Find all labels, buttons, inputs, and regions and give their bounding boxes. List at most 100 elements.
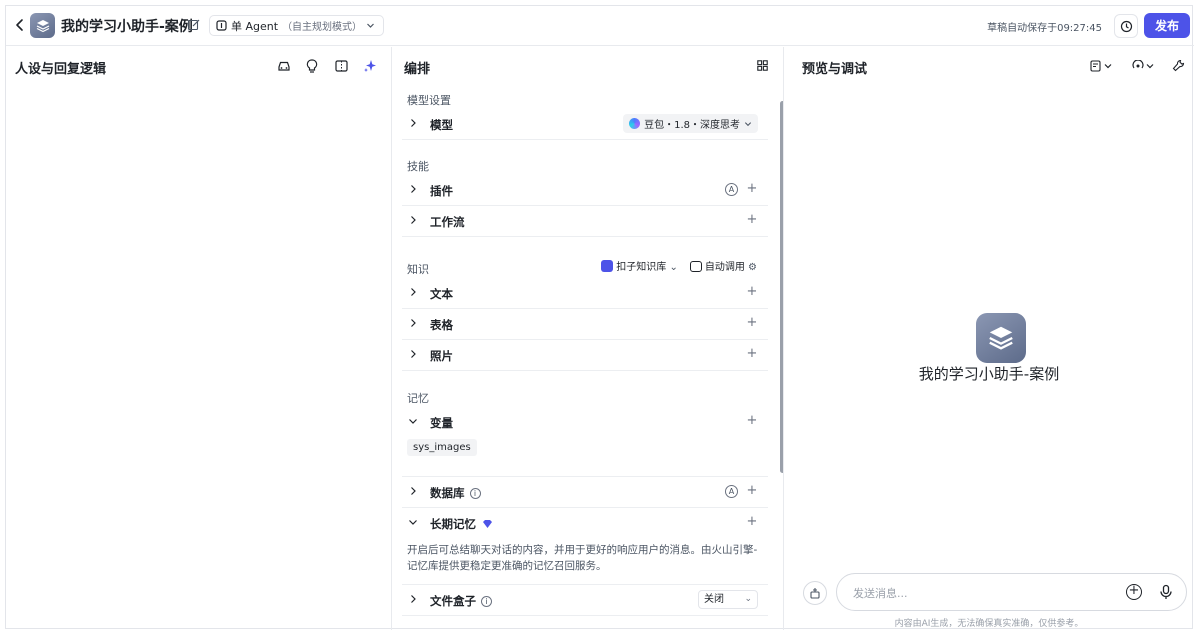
car-icon[interactable] (276, 58, 291, 73)
preview-panel: 预览与调试 我的学习小助手-案例 + 内容由AI生成，无法确保真实准确，仅供参考… (784, 47, 1194, 630)
agent-mode-sub: （自主规划模式） (282, 22, 363, 33)
bulb-icon[interactable] (304, 58, 319, 73)
memory-section-label: 记忆 (407, 392, 429, 405)
chevron-right-icon (411, 185, 416, 193)
add-photo-button[interactable]: + (746, 347, 758, 361)
ltm-label-wrap: 长期记忆 (430, 516, 493, 532)
kb-source-label: 扣子知识库 (616, 262, 667, 273)
photo-label: 照片 (430, 349, 453, 363)
model-section-label: 模型设置 (407, 94, 451, 107)
auto-mode-badge[interactable]: A (725, 485, 738, 498)
clear-icon (810, 588, 820, 599)
plugin-row[interactable]: 插件 A + (402, 175, 768, 206)
chevron-down-icon (744, 121, 752, 126)
text-row[interactable]: 文本 + (402, 278, 768, 309)
save-status: 草稿自动保存于09:27:45 (987, 23, 1102, 34)
doubao-icon (629, 118, 641, 129)
model-row[interactable]: 模型 豆包・1.8・深度思考 (402, 109, 768, 140)
premium-icon (483, 520, 492, 528)
bot-name: 我的学习小助手-案例 (918, 365, 1060, 383)
info-icon[interactable]: i (481, 596, 492, 607)
mic-icon[interactable] (1158, 584, 1174, 600)
workflow-row[interactable]: 工作流 + (402, 206, 768, 237)
add-database-button[interactable]: + (746, 484, 758, 498)
chevron-down-icon: ⌄ (744, 594, 752, 604)
kb-icon (601, 260, 614, 272)
table-row[interactable]: 表格 + (402, 309, 768, 340)
sparkle-icon[interactable] (362, 58, 377, 73)
model-label: 模型 (430, 118, 453, 132)
kb-call-label: 自动调用 (704, 262, 745, 273)
persona-panel: 人设与回复逻辑 (6, 47, 392, 630)
back-icon[interactable] (12, 16, 28, 34)
top-bar: 我的学习小助手-案例 单 Agent （自主规划模式） 草稿自动保存于09:27… (6, 6, 1194, 46)
app-window: 我的学习小助手-案例 单 Agent （自主规划模式） 草稿自动保存于09:27… (5, 5, 1194, 630)
add-workflow-button[interactable]: + (746, 213, 758, 227)
database-label: 数据库 (430, 486, 465, 500)
edit-icon[interactable] (187, 18, 201, 32)
filebox-label-wrap: 文件盒子 i (430, 593, 492, 609)
variable-row[interactable]: 变量 + (402, 407, 768, 438)
long-term-memory-row[interactable]: 长期记忆 + (402, 508, 768, 539)
bot-avatar (976, 313, 1026, 363)
chevron-right-icon (411, 350, 416, 358)
chevron-right-icon (411, 487, 416, 495)
chevron-down-icon: ⌄ (669, 262, 678, 273)
table-label: 表格 (430, 318, 453, 332)
agent-mode-select[interactable]: 单 Agent （自主规划模式） (209, 15, 385, 36)
skills-section-label: 技能 (407, 160, 429, 173)
file-box-row[interactable]: 文件盒子 i 关闭 ⌄ (402, 585, 768, 616)
add-ltm-button[interactable]: + (746, 515, 758, 529)
grid-icon[interactable] (755, 58, 770, 73)
orchestration-panel: 编排 模型设置 模型 豆包・1.8・深度思考 技能 插件 A + 工作流 + 知… (392, 47, 784, 630)
kb-source-select[interactable]: 扣子知识库 ⌄ (601, 258, 678, 273)
preview-mode-icon[interactable] (1089, 58, 1115, 73)
message-input[interactable] (853, 584, 1113, 602)
text-label: 文本 (430, 287, 453, 301)
persona-title: 人设与回复逻辑 (15, 62, 107, 77)
chevron-down-icon (367, 23, 374, 28)
layers-icon (36, 19, 49, 32)
ltm-description: 开启后可总结聊天对话的内容，并用于更好的响应用户的消息。由火山引擎-记忆库提供更… (407, 544, 758, 572)
auto-mode-badge[interactable]: A (725, 183, 738, 196)
chevron-right-icon (411, 595, 416, 603)
filebox-toggle-select[interactable]: 关闭 ⌄ (698, 590, 758, 609)
database-label-wrap: 数据库 i (430, 485, 481, 501)
orchestration-title: 编排 (404, 62, 431, 77)
kb-call-select[interactable]: 自动调用 ⚙ (689, 258, 757, 273)
agent-icon (216, 20, 227, 31)
app-logo (30, 13, 55, 38)
plugin-label: 插件 (430, 184, 453, 198)
add-variable-button[interactable]: + (746, 414, 758, 428)
add-table-button[interactable]: + (746, 316, 758, 330)
filebox-value: 关闭 (704, 594, 724, 605)
publish-button[interactable]: 发布 (1144, 13, 1190, 38)
layers-icon (989, 326, 1013, 350)
knowledge-controls: 扣子知识库 ⌄ 自动调用 ⚙ (601, 258, 757, 273)
photo-row[interactable]: 照片 + (402, 340, 768, 371)
layout-icon[interactable] (334, 58, 349, 73)
model-select[interactable]: 豆包・1.8・深度思考 (623, 114, 758, 133)
history-button[interactable] (1114, 14, 1138, 38)
voice-settings-icon[interactable] (1131, 58, 1157, 73)
ltm-label: 长期记忆 (430, 517, 476, 531)
chevron-down-icon (409, 520, 417, 525)
add-plugin-button[interactable]: + (746, 182, 758, 196)
database-row[interactable]: 数据库 i A + (402, 477, 768, 508)
workflow-label: 工作流 (430, 215, 465, 229)
variable-divider (402, 446, 768, 477)
info-icon[interactable]: i (469, 488, 481, 499)
model-value: 豆包・1.8・深度思考 (644, 120, 740, 131)
ltm-divider (402, 577, 768, 585)
chevron-right-icon (411, 119, 416, 127)
knowledge-section-label: 知识 (407, 263, 429, 276)
message-input-box: + (836, 573, 1187, 611)
add-text-button[interactable]: + (746, 285, 758, 299)
add-attachment-button[interactable]: + (1126, 584, 1142, 600)
clear-chat-button[interactable] (803, 581, 827, 605)
ai-disclaimer: 内容由AI生成，无法确保真实准确，仅供参考。 (894, 619, 1084, 629)
history-icon (1120, 20, 1132, 32)
gear-icon[interactable]: ⚙ (748, 262, 757, 273)
chevron-right-icon (411, 288, 416, 296)
wrench-icon[interactable] (1171, 58, 1186, 73)
